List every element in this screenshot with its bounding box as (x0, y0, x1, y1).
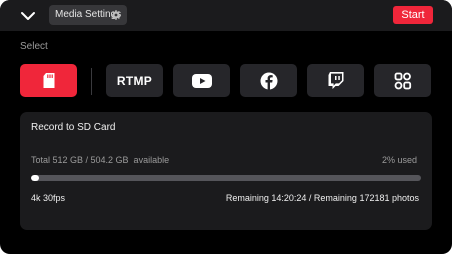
facebook-icon (260, 72, 277, 90)
select-label: Select (20, 41, 48, 52)
top-bar: Media Settings Start (0, 0, 452, 31)
gear-icon (111, 10, 121, 20)
app-window: Media Settings Start Select RTMP Record … (0, 0, 452, 254)
sd-card-icon (43, 73, 54, 88)
chevron-down-icon[interactable] (20, 8, 36, 24)
remaining-capacity-text: Remaining 14:20:24 / Remaining 172181 ph… (225, 193, 419, 203)
destination-twitch[interactable] (307, 64, 364, 97)
storage-progress-bar (31, 175, 421, 181)
destination-multi-platform[interactable] (374, 64, 431, 97)
destination-facebook[interactable] (240, 64, 297, 97)
twitch-icon (328, 72, 343, 89)
storage-progress-fill (31, 175, 39, 181)
media-settings-button[interactable]: Media Settings (49, 5, 127, 25)
youtube-icon (191, 73, 212, 88)
destination-rtmp[interactable]: RTMP (106, 64, 163, 97)
storage-capacity-text: Total 512 GB / 504.2 GB available (31, 155, 170, 165)
panel-title: Record to SD Card (31, 122, 116, 133)
destination-sd-card[interactable] (20, 64, 77, 97)
storage-used-text: 2% used (381, 155, 417, 165)
recording-format-text: 4k 30fps (31, 193, 66, 203)
multi-platform-icon (394, 72, 411, 89)
rtmp-label: RTMP (116, 73, 153, 88)
destination-youtube[interactable] (173, 64, 230, 97)
destination-separator (91, 68, 92, 95)
sd-card-panel: Record to SD Card Total 512 GB / 504.2 G… (20, 112, 432, 230)
start-button[interactable]: Start (393, 6, 433, 24)
